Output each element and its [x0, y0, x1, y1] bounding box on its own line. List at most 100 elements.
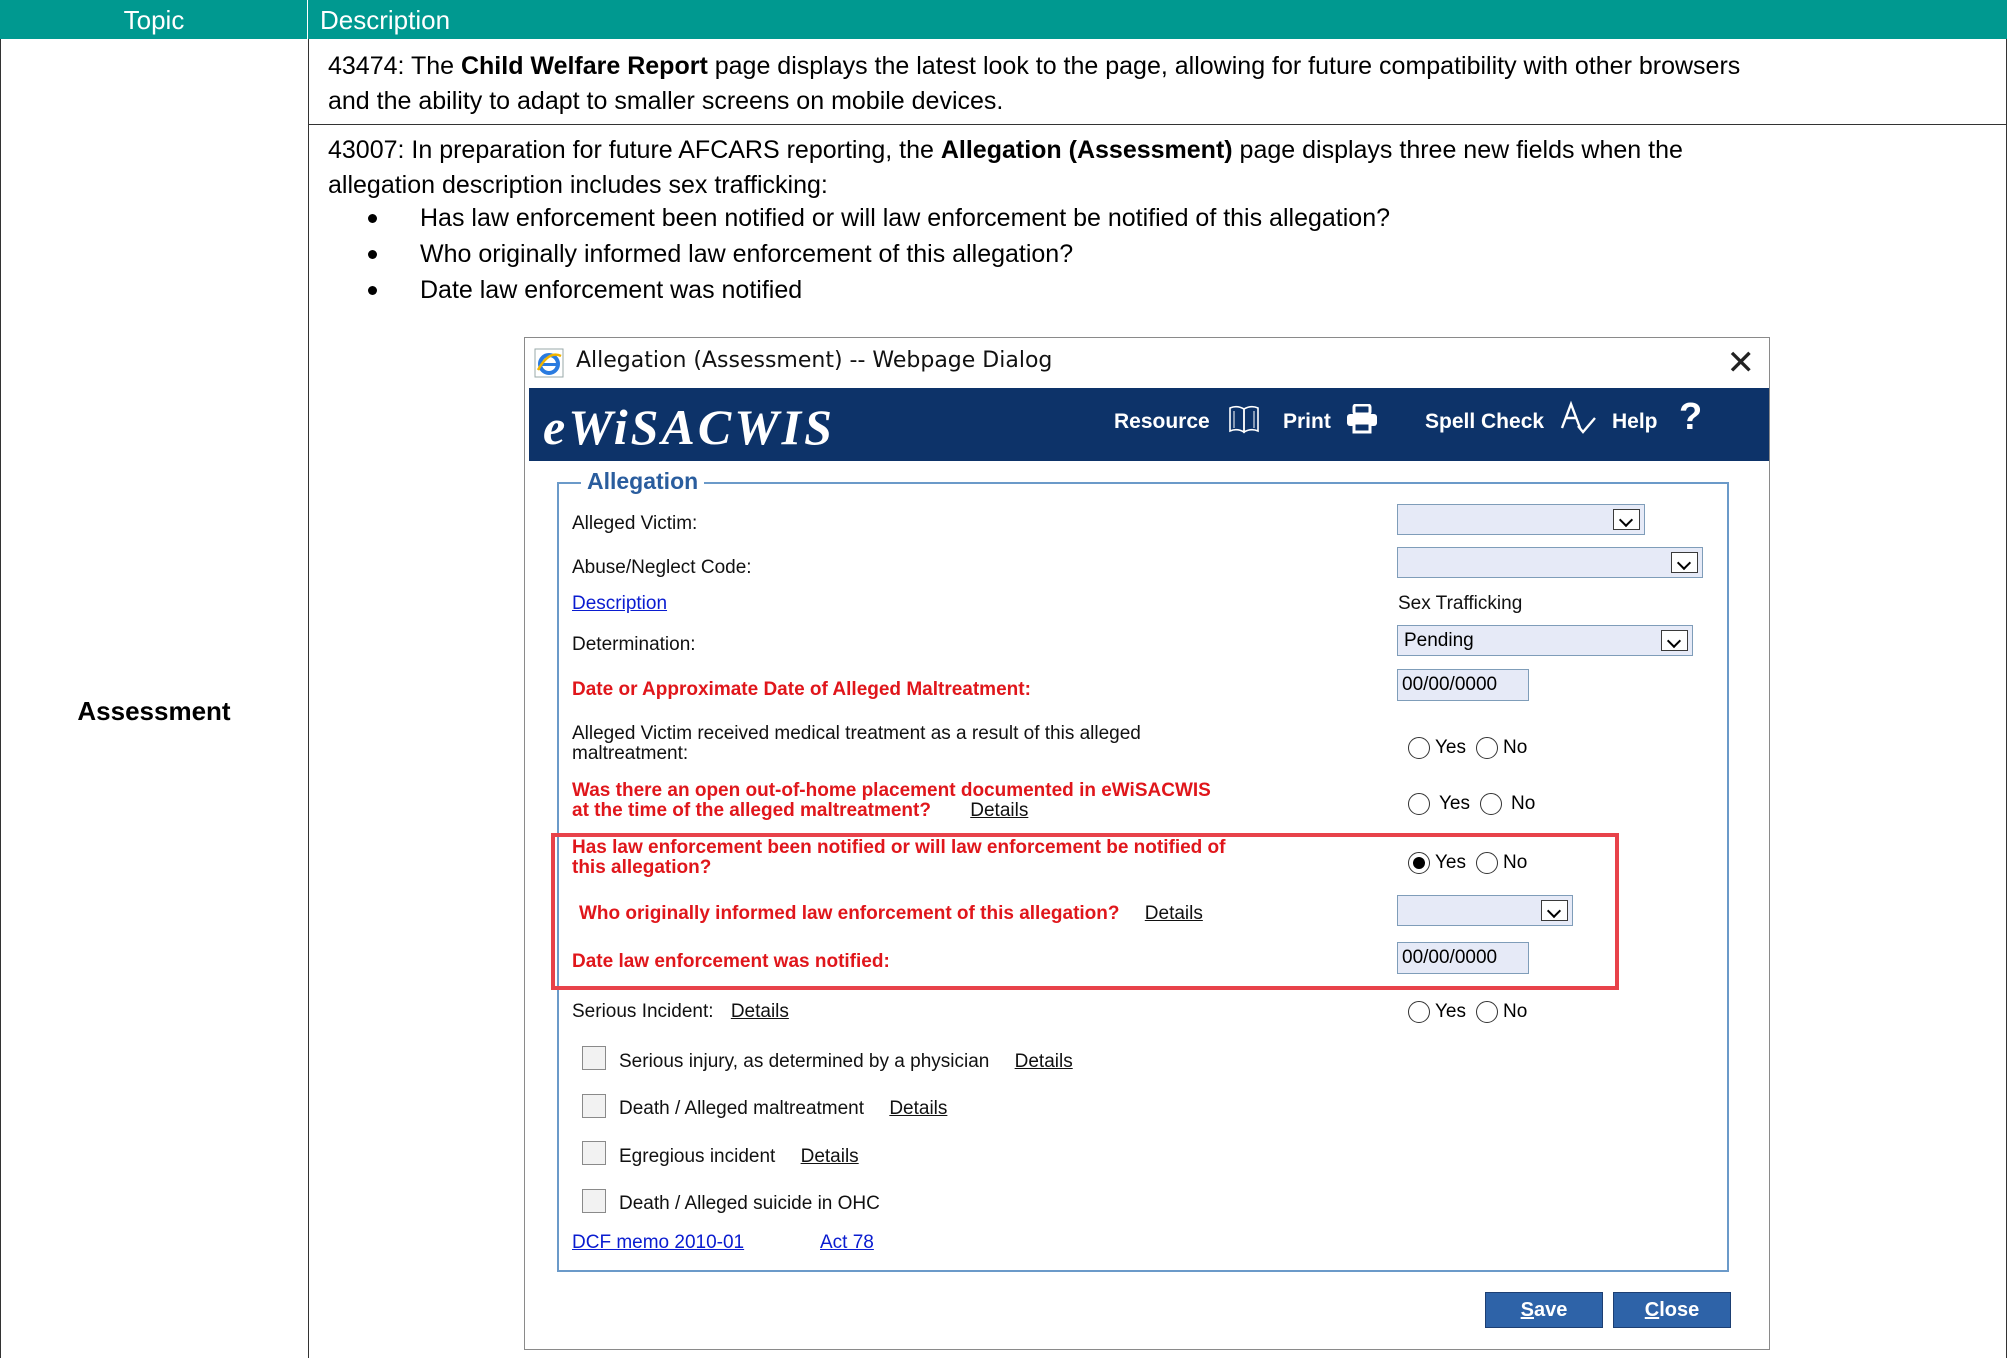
yes-radio[interactable]	[1408, 1001, 1430, 1023]
egregious-label: Egregious incident Details	[619, 1146, 859, 1168]
save-label: ave	[1533, 1299, 1568, 1321]
description-link[interactable]: Description	[572, 593, 667, 615]
help-label: Help	[1612, 410, 1658, 433]
book-icon[interactable]	[1227, 402, 1261, 436]
serious-incident-details-link[interactable]: Details	[731, 1001, 789, 1022]
serious-incident-label: Serious Incident: Details	[572, 1001, 789, 1023]
death-suicide-checkbox[interactable]	[582, 1189, 606, 1213]
internet-explorer-icon	[534, 348, 564, 378]
act-78-link[interactable]: Act 78	[820, 1232, 874, 1254]
spell-check-icon[interactable]	[1559, 400, 1599, 438]
chevron-down-icon	[1541, 900, 1568, 921]
row-43007-line2: allegation description includes sex traf…	[328, 171, 828, 199]
medical-treatment-line1: Alleged Victim received medical treatmen…	[572, 723, 1141, 744]
serious-incident-text: Serious Incident:	[572, 1001, 714, 1022]
topic-cell: Assessment	[0, 39, 308, 1358]
serious-injury-checkbox[interactable]	[582, 1046, 606, 1070]
printer-icon[interactable]	[1345, 404, 1379, 434]
no-radio[interactable]	[1476, 1001, 1498, 1023]
placement-radios: Yes No	[1408, 793, 1545, 815]
no-label: No	[1511, 793, 1536, 814]
death-maltreatment-details-link[interactable]: Details	[889, 1098, 947, 1119]
row-43007-lead: 43007: In preparation for future AFCARS …	[328, 136, 941, 164]
medical-treatment-radios: Yes No	[1408, 737, 1537, 759]
yes-label: Yes	[1435, 1001, 1466, 1022]
serious-injury-label: Serious injury, as determined by a physi…	[619, 1051, 1073, 1073]
determination-select[interactable]: Pending	[1397, 625, 1693, 656]
who-informed-details-link[interactable]: Details	[1145, 903, 1203, 924]
maltreatment-date-input[interactable]: 00/00/0000	[1397, 669, 1529, 701]
egregious-details-link[interactable]: Details	[801, 1146, 859, 1167]
no-label: No	[1503, 737, 1528, 758]
no-radio[interactable]	[1476, 852, 1498, 874]
spell-check-label: Spell Check	[1425, 410, 1545, 433]
who-informed-select[interactable]	[1397, 895, 1573, 926]
spell-check-button[interactable]: Spell Check	[1425, 410, 1544, 434]
list-item: Who originally informed law enforcement …	[368, 236, 1390, 272]
abuse-code-select[interactable]	[1397, 547, 1703, 578]
print-button[interactable]: Print	[1283, 410, 1331, 434]
death-maltreatment-text: Death / Alleged maltreatment	[619, 1098, 865, 1119]
no-label: No	[1503, 1001, 1528, 1022]
placement-label: Was there an open out-of-home placement …	[572, 781, 1211, 821]
row-divider	[308, 124, 2007, 125]
close-icon[interactable]: ✕	[1727, 343, 1756, 383]
alleged-victim-select[interactable]	[1397, 504, 1645, 535]
save-button[interactable]: Save	[1485, 1292, 1603, 1328]
list-item: Date law enforcement was notified	[368, 272, 1390, 308]
yes-label: Yes	[1439, 793, 1470, 814]
egregious-text: Egregious incident	[619, 1146, 776, 1167]
law-notified-line2: this allegation?	[572, 857, 712, 878]
header-description: Description	[320, 5, 451, 35]
placement-line1: Was there an open out-of-home placement …	[572, 780, 1211, 801]
header-separator	[307, 0, 308, 39]
yes-label: Yes	[1435, 737, 1466, 758]
date-law-input[interactable]: 00/00/0000	[1397, 942, 1529, 974]
law-notified-label: Has law enforcement been notified or wil…	[572, 838, 1226, 878]
row-43007-tail: page displays three new fields when the	[1232, 136, 1683, 164]
yes-radio[interactable]	[1408, 793, 1430, 815]
section-title: Allegation	[581, 468, 705, 495]
dcf-memo-link[interactable]: DCF memo 2010-01	[572, 1232, 744, 1254]
serious-injury-text: Serious injury, as determined by a physi…	[619, 1051, 990, 1072]
table-column-divider	[308, 39, 309, 1358]
death-maltreatment-label: Death / Alleged maltreatment Details	[619, 1098, 947, 1120]
row-43474-lead: 43474: The	[328, 52, 461, 80]
death-maltreatment-checkbox[interactable]	[582, 1094, 606, 1118]
determination-value: Pending	[1404, 630, 1474, 651]
no-radio[interactable]	[1476, 737, 1498, 759]
who-informed-label: Who originally informed law enforcement …	[579, 903, 1203, 925]
chevron-down-icon	[1613, 509, 1640, 530]
help-button[interactable]: Help	[1612, 410, 1658, 434]
law-notified-radios: Yes No	[1408, 852, 1537, 874]
serious-incident-radios: Yes No	[1408, 1001, 1537, 1023]
egregious-checkbox[interactable]	[582, 1141, 606, 1165]
date-law-label: Date law enforcement was notified:	[572, 951, 890, 972]
row-43474-text: 43474: The Child Welfare Report page dis…	[328, 49, 1988, 119]
close-accesskey: C	[1644, 1299, 1660, 1321]
chevron-down-icon	[1671, 552, 1698, 573]
maltreatment-date-label: Date or Approximate Date of Alleged Malt…	[572, 679, 1031, 700]
medical-treatment-line2: maltreatment:	[572, 743, 689, 764]
yes-radio[interactable]	[1408, 852, 1430, 874]
new-fields-list: Has law enforcement been notified or wil…	[368, 200, 1390, 308]
row-43474-tail: page displays the latest look to the pag…	[707, 52, 1741, 80]
death-suicide-label: Death / Alleged suicide in OHC	[619, 1193, 880, 1214]
no-radio[interactable]	[1480, 793, 1502, 815]
allegation-dialog: Allegation (Assessment) -- Webpage Dialo…	[524, 337, 1770, 1350]
ewisacwis-logo: eWiSACWIS	[543, 399, 835, 455]
medical-treatment-label: Alleged Victim received medical treatmen…	[572, 724, 1141, 764]
resource-button[interactable]: Resource	[1114, 410, 1210, 434]
description-value: Sex Trafficking	[1398, 593, 1523, 614]
close-button[interactable]: Close	[1613, 1292, 1731, 1328]
yes-radio[interactable]	[1408, 737, 1430, 759]
serious-injury-details-link[interactable]: Details	[1015, 1051, 1073, 1072]
row-43474-line2: and the ability to adapt to smaller scre…	[328, 87, 1004, 115]
placement-details-link[interactable]: Details	[970, 800, 1028, 821]
save-accesskey: S	[1520, 1299, 1534, 1321]
no-label: No	[1503, 852, 1528, 873]
help-icon[interactable]: ?	[1679, 396, 1702, 439]
who-informed-text: Who originally informed law enforcement …	[579, 903, 1120, 924]
release-notes-table: Topic Description Assessment 43474: The …	[0, 0, 2007, 1358]
yes-label: Yes	[1435, 852, 1466, 873]
